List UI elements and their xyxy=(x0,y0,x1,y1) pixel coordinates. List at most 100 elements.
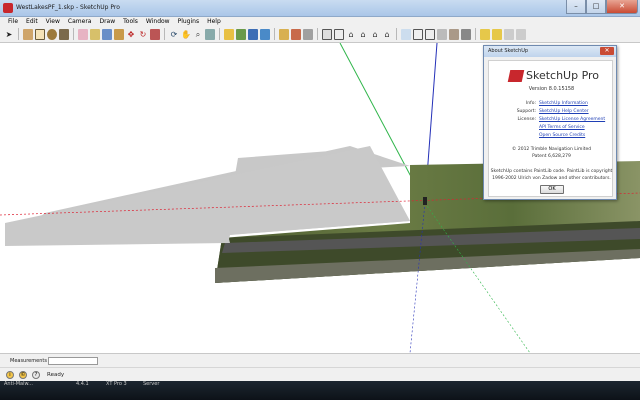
shaded-icon[interactable] xyxy=(437,28,447,40)
open-source-link[interactable]: Open Source Credits xyxy=(539,133,585,138)
menu-tools[interactable]: Tools xyxy=(119,17,142,26)
get-models-icon[interactable] xyxy=(248,28,258,40)
sketchup-logo-icon xyxy=(507,69,525,82)
support-key: Support: xyxy=(516,109,536,114)
license-row: License: SketchUp License Agreement xyxy=(493,117,611,122)
menu-plugins[interactable]: Plugins xyxy=(174,17,204,26)
layer-icon-2[interactable] xyxy=(492,28,502,40)
about-dialog: About SketchUp ✕ SketchUp Pro Version 8.… xyxy=(483,45,617,200)
toolbar-separator xyxy=(317,28,318,40)
iso-view-icon[interactable] xyxy=(322,28,332,40)
eraser-icon[interactable] xyxy=(78,28,88,40)
menu-file[interactable]: File xyxy=(4,17,22,26)
circle-icon[interactable] xyxy=(47,28,57,40)
open-source-row: Open Source Credits xyxy=(493,133,611,138)
api-terms-key xyxy=(493,125,539,130)
credits-icon[interactable]: © xyxy=(19,371,27,379)
toolbar-separator xyxy=(18,28,19,40)
about-dialog-body: SketchUp Pro Version 8.0.15158 Info: Ske… xyxy=(488,60,613,197)
zoom-icon[interactable]: ⌕ xyxy=(193,29,203,40)
measurements-input[interactable] xyxy=(48,357,98,365)
layer-icon[interactable] xyxy=(480,28,490,40)
ok-button[interactable]: OK xyxy=(540,185,564,194)
info-link[interactable]: SketchUp Information xyxy=(539,101,588,106)
about-close-button[interactable]: ✕ xyxy=(600,47,614,55)
measurements-label: Measurements xyxy=(10,358,47,364)
toolbar-separator xyxy=(475,28,476,40)
plugin-icon[interactable] xyxy=(504,28,514,40)
hidden-line-icon[interactable] xyxy=(425,28,435,40)
support-link[interactable]: SketchUp Help Center xyxy=(539,109,589,114)
xray-icon[interactable] xyxy=(401,28,411,40)
right-view-icon[interactable]: ⌂ xyxy=(358,29,368,40)
styles-icon[interactable] xyxy=(303,28,313,40)
paint-bucket-icon[interactable] xyxy=(102,28,112,40)
api-terms-link[interactable]: API Terms of Service xyxy=(539,125,585,130)
open-source-key xyxy=(493,133,539,138)
main-toolbar: ➤ ✥ ↻ ⟳ ✋ ⌕ ⌂ ⌂ ⌂ ⌂ xyxy=(0,26,640,43)
patent-text: Patent 6,628,279 xyxy=(532,154,571,159)
tape-measure-icon[interactable] xyxy=(90,28,100,40)
measurements-bar: Measurements xyxy=(0,353,640,367)
monochrome-icon[interactable] xyxy=(461,28,471,40)
add-location-icon[interactable] xyxy=(224,28,234,40)
toolbar-separator xyxy=(274,28,275,40)
polygon-icon[interactable] xyxy=(59,28,69,40)
taskbar-item[interactable]: XT Pro 3 xyxy=(106,381,127,387)
info-key: Info: xyxy=(525,101,536,106)
copyright-text: © 2012 Trimble Navigation Limited xyxy=(511,147,592,152)
components-icon[interactable] xyxy=(279,28,289,40)
paintlib-note-line1: SketchUp contains PaintLib code. PaintLi… xyxy=(490,169,613,174)
share-model-icon[interactable] xyxy=(260,28,270,40)
push-pull-icon[interactable] xyxy=(114,28,124,40)
license-key: License: xyxy=(517,117,536,122)
license-link[interactable]: SketchUp License Agreement xyxy=(539,117,605,122)
minimize-button[interactable]: – xyxy=(566,0,586,14)
scale-figure xyxy=(423,197,427,205)
menu-camera[interactable]: Camera xyxy=(64,17,96,26)
pencil-icon[interactable] xyxy=(23,28,33,40)
menu-draw[interactable]: Draw xyxy=(95,17,119,26)
left-view-icon[interactable]: ⌂ xyxy=(382,29,392,40)
top-view-icon[interactable] xyxy=(334,28,344,40)
move-icon[interactable]: ✥ xyxy=(126,29,136,40)
taskbar: Anti-Malw... 4.4.1 XT Pro 3 Server xyxy=(0,381,640,400)
menu-help[interactable]: Help xyxy=(203,17,225,26)
toolbar-separator xyxy=(396,28,397,40)
taskbar-item[interactable]: Anti-Malw... xyxy=(4,381,33,387)
rotate-icon[interactable]: ↻ xyxy=(138,29,148,40)
menu-view[interactable]: View xyxy=(42,17,64,26)
menu-window[interactable]: Window xyxy=(142,17,174,26)
menu-edit[interactable]: Edit xyxy=(22,17,42,26)
title-bar: WestLakesPF_1.skp - SketchUp Pro – □ ✕ xyxy=(0,0,640,17)
about-dialog-titlebar: About SketchUp ✕ xyxy=(484,46,616,57)
menu-bar: File Edit View Camera Draw Tools Window … xyxy=(0,17,640,26)
toolbar-separator xyxy=(219,28,220,40)
plugin-icon-2[interactable] xyxy=(516,28,526,40)
support-row: Support: SketchUp Help Center xyxy=(493,109,611,114)
offset-icon[interactable] xyxy=(150,28,160,40)
geo-location-icon[interactable]: i xyxy=(6,371,14,379)
materials-icon[interactable] xyxy=(291,28,301,40)
rectangle-icon[interactable] xyxy=(35,28,45,40)
maximize-button[interactable]: □ xyxy=(586,0,606,14)
zoom-extents-icon[interactable] xyxy=(205,28,215,40)
window-controls: – □ ✕ xyxy=(566,0,638,15)
close-button[interactable]: ✕ xyxy=(606,0,638,14)
wireframe-icon[interactable] xyxy=(413,28,423,40)
about-dialog-title: About SketchUp xyxy=(488,48,529,54)
version-text: Version 8.0.15158 xyxy=(528,86,575,92)
select-icon[interactable]: ➤ xyxy=(4,29,14,40)
taskbar-item[interactable]: 4.4.1 xyxy=(76,381,89,387)
shaded-textures-icon[interactable] xyxy=(449,28,459,40)
instructor-icon[interactable]: ? xyxy=(32,371,40,379)
taskbar-item-line1: Anti-Malw... xyxy=(4,381,33,387)
pan-icon[interactable]: ✋ xyxy=(181,29,191,40)
front-view-icon[interactable]: ⌂ xyxy=(346,29,356,40)
status-bar: i © ? Ready xyxy=(0,367,640,381)
orbit-icon[interactable]: ⟳ xyxy=(169,29,179,40)
sketchup-app-icon[interactable] xyxy=(3,3,13,13)
toggle-terrain-icon[interactable] xyxy=(236,28,246,40)
back-view-icon[interactable]: ⌂ xyxy=(370,29,380,40)
taskbar-item[interactable]: Server xyxy=(143,381,159,387)
